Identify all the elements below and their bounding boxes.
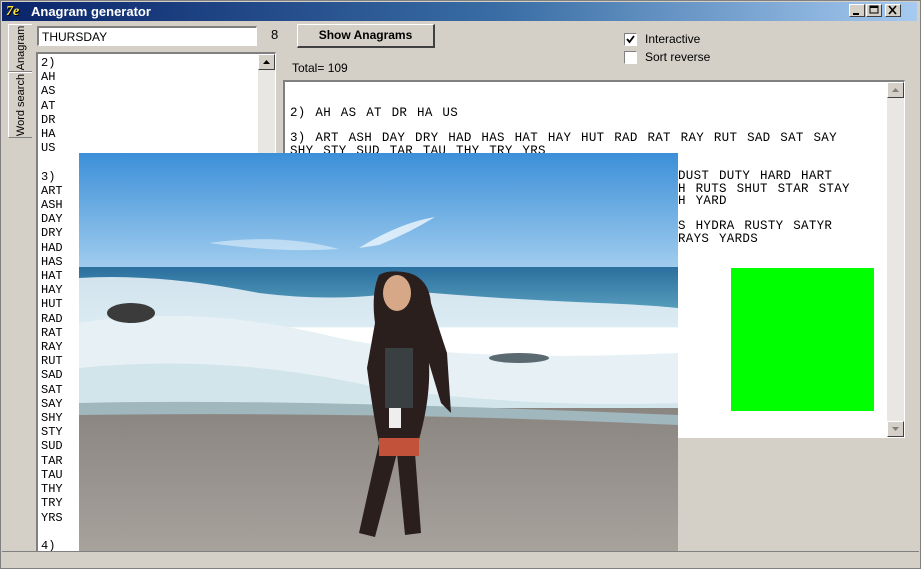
- total-count: Total= 109: [292, 61, 348, 75]
- word-list-text: 2) AH AS AT DR HA US 3) ART ASH DAY DRY …: [41, 56, 63, 552]
- minimize-button[interactable]: [849, 4, 865, 17]
- checkmark-icon: [626, 35, 635, 44]
- results-line: 2) AH AS AT DR HA US: [290, 106, 459, 120]
- show-anagrams-button[interactable]: Show Anagrams: [297, 24, 435, 48]
- anagram-app-icon: 7e: [6, 4, 20, 19]
- results-line: DUST DUTY HARD HART H RUTS SHUT STAR STA…: [678, 169, 850, 208]
- title-bar[interactable]: 7e Anagram generator: [2, 2, 917, 21]
- maximize-icon: [869, 5, 879, 14]
- interactive-label: Interactive: [645, 32, 701, 46]
- tab-word-search[interactable]: Word search: [8, 72, 32, 138]
- scroll-up-button[interactable]: [887, 82, 904, 98]
- tab-anagram[interactable]: Anagram: [8, 24, 32, 72]
- results-line: S HYDRA RUSTY SATYR RAYS YARDS: [678, 219, 833, 246]
- window-title: Anagram generator: [31, 4, 151, 19]
- close-icon: [888, 5, 897, 15]
- word-input[interactable]: THURSDAY: [37, 26, 257, 46]
- arrow-up-icon: [263, 60, 270, 64]
- arrow-up-icon: [892, 88, 899, 92]
- sort-reverse-label: Sort reverse: [645, 50, 711, 64]
- results-scrollbar[interactable]: [887, 82, 904, 437]
- arrow-down-icon: [892, 427, 899, 431]
- scroll-up-button[interactable]: [258, 54, 275, 70]
- letter-count: 8: [271, 27, 279, 42]
- maximize-button[interactable]: [866, 4, 882, 17]
- tab-anagram-label: Anagram: [14, 25, 27, 71]
- tab-word-search-label: Word search: [14, 73, 27, 137]
- scroll-down-button[interactable]: [887, 421, 904, 437]
- minimize-icon: [853, 13, 859, 15]
- green-swatch: [731, 268, 874, 411]
- status-bar: [2, 551, 919, 568]
- beach-photo-image: [79, 153, 678, 552]
- beach-photo: [79, 153, 678, 552]
- close-button[interactable]: [885, 4, 901, 17]
- sort-reverse-checkbox[interactable]: [624, 51, 637, 64]
- interactive-checkbox[interactable]: [624, 33, 637, 46]
